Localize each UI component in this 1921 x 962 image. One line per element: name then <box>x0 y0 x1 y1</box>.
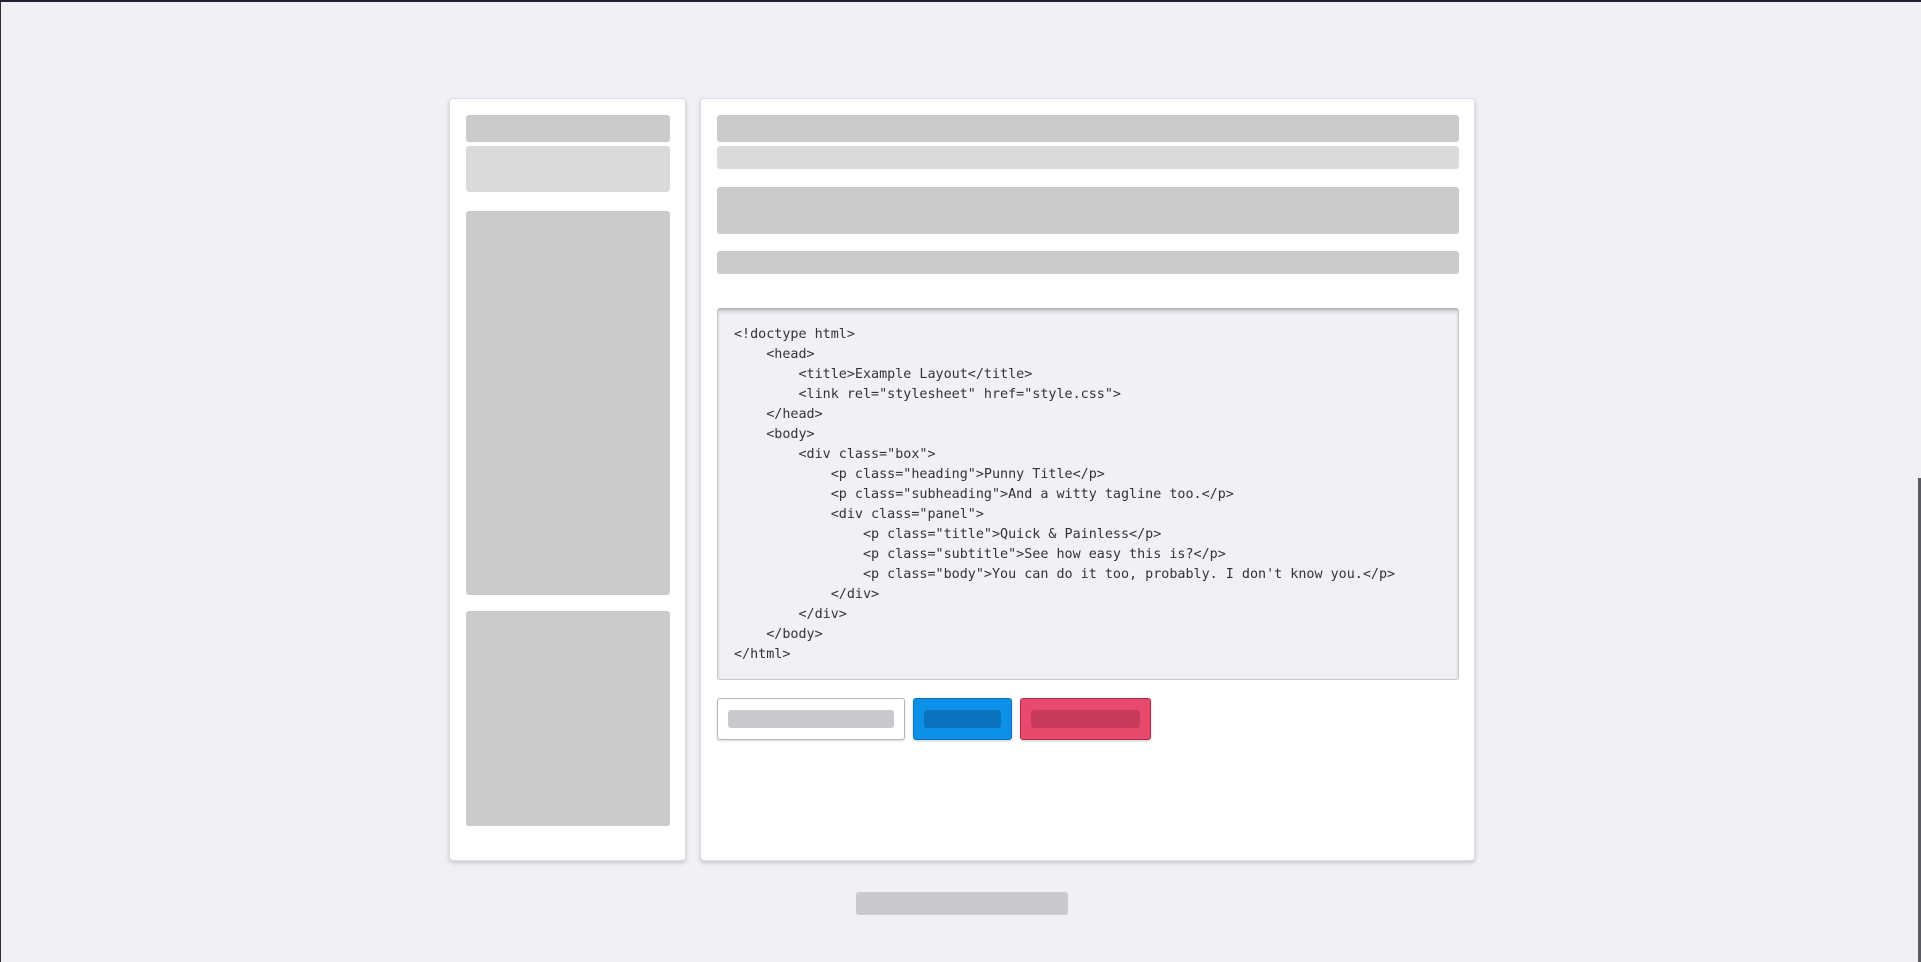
main-line-placeholder <box>717 251 1459 274</box>
code-line: </body> <box>734 627 823 642</box>
default-button-label-placeholder <box>728 710 894 728</box>
danger-button-label-placeholder <box>1031 710 1140 728</box>
code-line: </div> <box>734 607 847 622</box>
main-heading-placeholder <box>717 115 1459 142</box>
code-line: <body> <box>734 427 815 442</box>
code-line: <!doctype html> <box>734 327 855 342</box>
code-line: <title>Example Layout</title> <box>734 367 1033 382</box>
code-line: </head> <box>734 407 823 422</box>
code-line: </div> <box>734 587 880 602</box>
sidebar-content-placeholder <box>466 211 670 595</box>
code-line: </html> <box>734 647 791 662</box>
main-block-placeholder <box>717 187 1459 234</box>
footer-placeholder <box>856 892 1068 915</box>
sidebar-panel <box>449 98 686 861</box>
sidebar-footer-placeholder <box>466 611 670 826</box>
sidebar-title-placeholder <box>466 115 670 142</box>
code-line: <div class="panel"> <box>734 507 984 522</box>
default-button[interactable] <box>717 698 905 740</box>
primary-button[interactable] <box>913 698 1012 740</box>
code-editor[interactable]: <!doctype html> <head> <title>Example La… <box>717 308 1459 680</box>
code-line: <p class="subheading">And a witty taglin… <box>734 487 1234 502</box>
main-panel: <!doctype html> <head> <title>Example La… <box>700 98 1475 861</box>
code-line: <p class="body">You can do it too, proba… <box>734 567 1396 582</box>
code-line: <head> <box>734 347 815 362</box>
code-line: <link rel="stylesheet" href="style.css"> <box>734 387 1121 402</box>
main-subheading-placeholder <box>717 146 1459 169</box>
sidebar-subtitle-placeholder <box>466 146 670 192</box>
code-line: <p class="heading">Punny Title</p> <box>734 467 1105 482</box>
danger-button[interactable] <box>1020 698 1151 740</box>
code-line: <p class="subtitle">See how easy this is… <box>734 547 1226 562</box>
primary-button-label-placeholder <box>924 710 1001 728</box>
code-line: <div class="box"> <box>734 447 936 462</box>
code-content: <!doctype html> <head> <title>Example La… <box>734 325 1442 665</box>
code-line: <p class="title">Quick & Painless</p> <box>734 527 1162 542</box>
